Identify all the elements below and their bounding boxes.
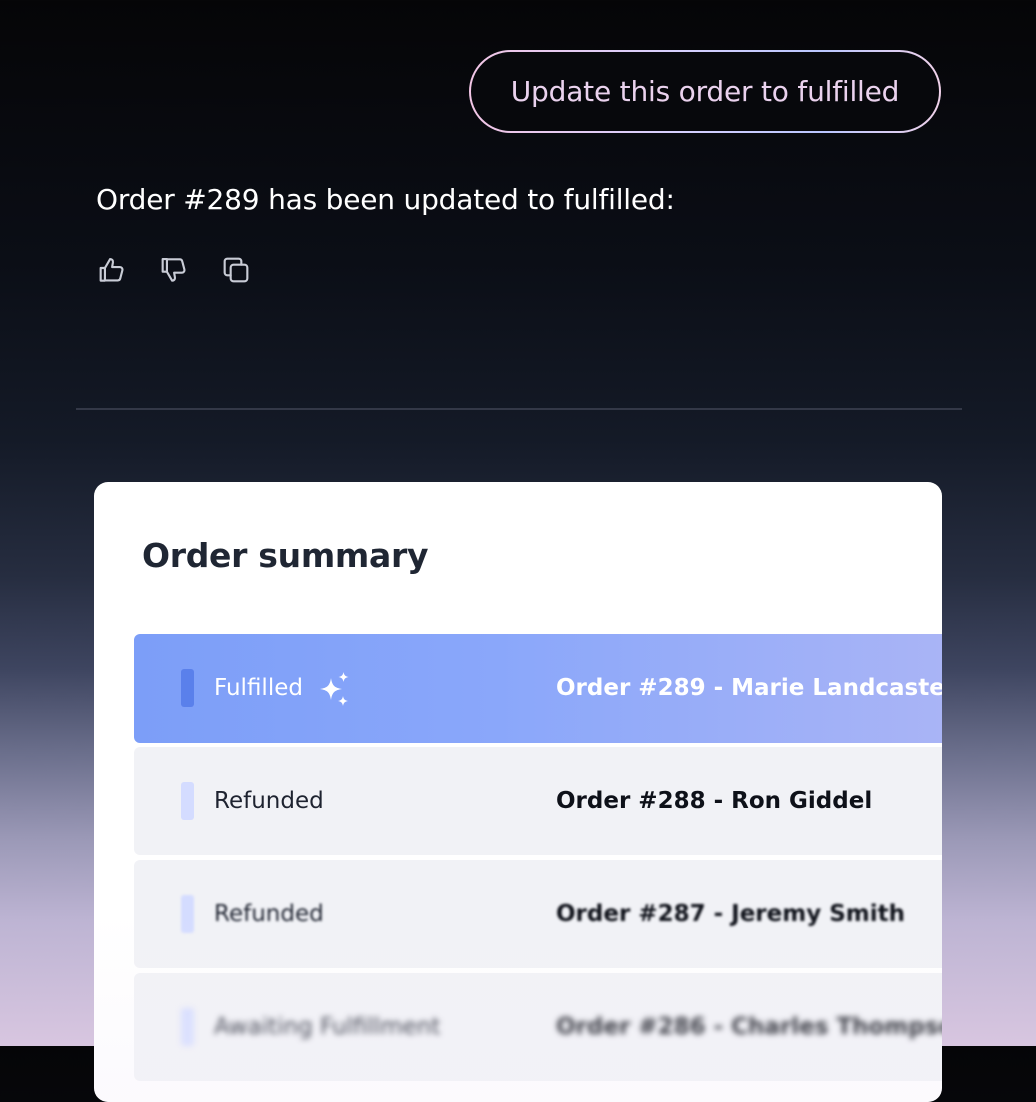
order-status: Refunded [214, 788, 324, 814]
order-row-288[interactable]: Refunded Order #288 - Ron Giddel [134, 747, 942, 855]
reply-actions [95, 253, 253, 287]
order-name: Order #287 - Jeremy Smith [556, 901, 905, 927]
order-name: Order #289 - Marie Landcaster [556, 675, 942, 701]
thumbs-up-icon [99, 258, 124, 282]
order-summary-card: Order summary Fulfilled Order #289 - Mar… [94, 482, 942, 1102]
order-row-287[interactable]: Refunded Order #287 - Jeremy Smith [134, 860, 942, 968]
user-prompt-bubble: Update this order to fulfilled [469, 50, 941, 133]
status-indicator-bar [181, 1008, 194, 1046]
status-indicator-bar [181, 782, 194, 820]
sparkles-icon [320, 672, 349, 706]
order-status: Fulfilled [214, 675, 303, 701]
copy-icon [223, 257, 249, 283]
user-prompt-text: Update this order to fulfilled [471, 52, 939, 131]
thumbs-down-icon [161, 258, 186, 282]
section-divider [76, 408, 962, 410]
order-name: Order #286 - Charles Thompson [556, 1014, 942, 1040]
order-row-289[interactable]: Fulfilled Order #289 - Marie Landcaster [134, 634, 942, 743]
status-indicator-bar [181, 669, 194, 707]
thumbs-down-button[interactable] [157, 253, 191, 287]
copy-button[interactable] [219, 253, 253, 287]
status-indicator-bar [181, 895, 194, 933]
order-name: Order #288 - Ron Giddel [556, 788, 873, 814]
assistant-reply-text: Order #289 has been updated to fulfilled… [96, 183, 675, 216]
order-status: Awaiting Fulfillment [214, 1014, 441, 1040]
order-row-286[interactable]: Awaiting Fulfillment Order #286 - Charle… [134, 973, 942, 1081]
order-status: Refunded [214, 901, 324, 927]
card-title: Order summary [142, 536, 429, 575]
thumbs-up-button[interactable] [95, 253, 129, 287]
